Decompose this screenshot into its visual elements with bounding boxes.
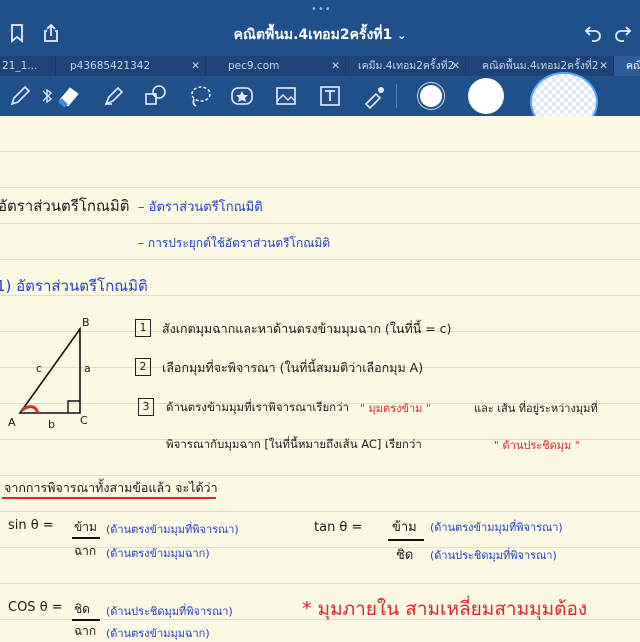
vertex-b-label: B <box>82 316 90 329</box>
sin-denominator-note: (ด้านตรงข้ามมุมฉาก) <box>106 547 210 560</box>
cos-denominator: ฉาก <box>74 624 97 638</box>
tab-label: เคมีม.4เทอม2ครั้งที่2 <box>358 60 455 72</box>
side-c-label: c <box>36 362 43 375</box>
stroke-size-medium[interactable] <box>468 78 504 114</box>
tab-active[interactable]: คณิ <box>614 56 640 76</box>
tan-label: tan θ = <box>314 520 363 535</box>
tab-4[interactable]: เคมีม.4เทอม2ครั้งที่2 ✕ <box>346 56 466 76</box>
tan-numerator: ข้าม <box>392 520 417 535</box>
tab-label: คณิตพื้นม.4เทอม2ครั้งที่2 <box>482 60 599 72</box>
cos-numerator: ชิด <box>74 602 90 616</box>
eraser-icon[interactable] <box>56 82 84 110</box>
title-bar: ••• คณิตพื้นม.4เทอม2ครั้งที่1 ⌄ <box>0 0 640 56</box>
tab-5[interactable]: คณิตพื้นม.4เทอม2ครั้งที่2 ✕ <box>466 56 614 76</box>
vertex-c-label: C <box>80 414 88 427</box>
interior-angles-note: * มุมภายใน สามเหลี่ยมสามมุมต้อง <box>302 598 588 620</box>
close-tab-icon[interactable]: ✕ <box>451 56 460 76</box>
stroke-size-small[interactable] <box>420 85 442 107</box>
section-title: 1) อัตราส่วนตรีโกณมิติ <box>0 277 148 295</box>
tab-label: คณิ <box>626 60 640 72</box>
step-3-text-c: พิจารณากับมุมฉาก [ในที่นี้หมายถึงเส้น AC… <box>166 437 422 451</box>
cos-label: COS θ = <box>8 600 63 615</box>
side-b-label: b <box>48 418 55 431</box>
step-3-text-a: ด้านตรงข้ามมุมที่เราพิจารณาเรียกว่า <box>166 400 350 414</box>
close-tab-icon[interactable]: ✕ <box>331 56 340 76</box>
right-angle-mark <box>67 400 80 413</box>
tab-1[interactable]: 21_1... <box>0 56 56 76</box>
side-a-label: a <box>84 362 91 375</box>
tab-bar: 21_1... p43685421342 ✕ pec9.com ✕ เคมีม.4เ… <box>0 56 640 76</box>
step-3-adjacent-term: " ด้านประชิดมุม " <box>494 439 580 452</box>
step-1-number: 1 <box>135 319 151 337</box>
heading-trig-ratios: อัตราส่วนตรีโกณมิติ <box>0 197 130 215</box>
tan-fraction-bar <box>388 539 424 541</box>
step-2-number: 2 <box>135 358 151 376</box>
redo-icon[interactable] <box>612 22 634 44</box>
step-3-opposite-term: " มุมตรงข้าม " <box>360 402 431 415</box>
step-3-number: 3 <box>138 398 154 416</box>
toolbar-divider <box>396 84 397 108</box>
cos-numerator-note: (ด้านประชิดมุมที่พิจารณา) <box>106 605 233 618</box>
multitasking-dots-icon[interactable]: ••• <box>311 4 332 15</box>
pen-icon[interactable] <box>6 82 34 110</box>
bluetooth-icon[interactable] <box>40 82 54 110</box>
sin-denominator: ฉาก <box>74 544 97 558</box>
sin-numerator: ข้าม <box>74 520 97 534</box>
cos-fraction-bar <box>72 619 100 621</box>
laser-pointer-icon[interactable] <box>360 82 388 110</box>
image-icon[interactable] <box>272 82 300 110</box>
cos-denominator-note: (ด้านตรงข้ามมุมฉาก) <box>106 627 210 640</box>
step-2-text: เลือกมุมที่จะพิจารณา (ในที่นี้สมมติว่าเล… <box>162 360 424 375</box>
chevron-down-icon: ⌄ <box>397 29 407 42</box>
tool-bar <box>0 72 640 132</box>
sticker-icon[interactable] <box>228 82 256 110</box>
right-triangle-diagram <box>18 326 81 414</box>
tab-label: 21_1... <box>2 60 38 72</box>
topic-item-2: – การประยุกต์ใช้อัตราส่วนตรีโกณมิติ <box>138 236 331 250</box>
undo-icon[interactable] <box>582 22 604 44</box>
sin-label: sin θ = <box>8 518 54 533</box>
document-title[interactable]: คณิตพื้นม.4เทอม2ครั้งที่1 ⌄ <box>0 24 640 46</box>
topic-item-1: – อัตราส่วนตรีโกณมิติ <box>138 200 263 215</box>
shapes-icon[interactable] <box>142 82 170 110</box>
summary-heading-underline <box>2 497 216 499</box>
document-title-text: คณิตพื้นม.4เทอม2ครั้งที่1 <box>233 27 393 43</box>
summary-heading: จากการพิจารณาทั้งสามข้อแล้ว จะได้ว่า <box>4 480 218 495</box>
tab-label: p43685421342 <box>70 60 151 72</box>
close-tab-icon[interactable]: ✕ <box>191 56 200 76</box>
close-tab-icon[interactable]: ✕ <box>599 56 608 76</box>
vertex-a-label: A <box>8 416 16 429</box>
tab-label: pec9.com <box>228 60 280 72</box>
step-1-text: สังเกตมุมฉากและหาด้านตรงข้ามมุมฉาก (ในที… <box>162 321 452 336</box>
tan-numerator-note: (ด้านตรงข้ามมุมที่พิจารณา) <box>430 521 563 534</box>
sin-numerator-note: (ด้านตรงข้ามมุมที่พิจารณา) <box>106 523 239 536</box>
text-icon[interactable] <box>316 82 344 110</box>
tab-2[interactable]: p43685421342 ✕ <box>56 56 206 76</box>
step-3-text-b: และ เส้น ที่อยู่ระหว่างมุมที่ <box>474 402 598 415</box>
lasso-icon[interactable] <box>186 82 214 110</box>
tan-denominator: ชิด <box>396 548 414 563</box>
highlighter-icon[interactable] <box>100 82 128 110</box>
angle-a-mark <box>21 405 40 414</box>
tab-3[interactable]: pec9.com ✕ <box>206 56 346 76</box>
note-page[interactable]: อัตราส่วนตรีโกณมิติ – อัตราส่วนตรีโกณมิต… <box>0 116 640 640</box>
tan-denominator-note: (ด้านประชิดมุมที่พิจารณา) <box>430 549 557 562</box>
sin-fraction-bar <box>72 537 100 539</box>
